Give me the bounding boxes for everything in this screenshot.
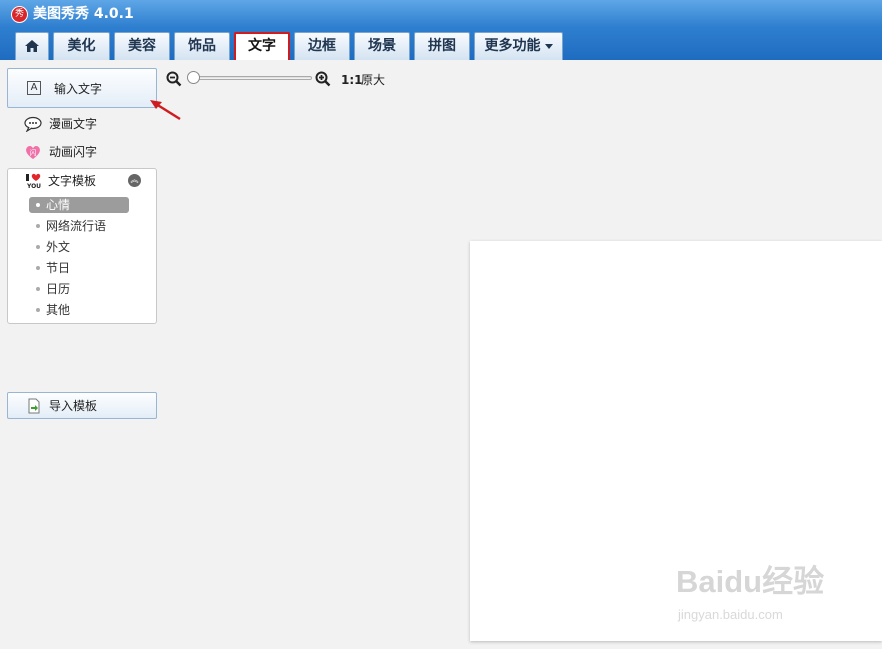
category-item[interactable]: 节日	[29, 260, 129, 276]
actual-size-button[interactable]: 1:1	[341, 72, 363, 88]
category-label: 心情	[46, 198, 71, 212]
bullet-icon	[36, 308, 40, 312]
import-template-button[interactable]: 导入模板	[7, 392, 157, 419]
more-features-label: 更多功能	[484, 38, 541, 54]
app-title: 美图秀秀 4.0.1	[33, 6, 134, 22]
svg-text:YOU: YOU	[26, 183, 41, 189]
category-label: 其他	[46, 303, 71, 317]
category-item[interactable]: 心情	[29, 197, 129, 213]
bullet-icon	[36, 266, 40, 270]
heart-sparkle-icon: 闪	[26, 146, 40, 159]
dropdown-caret-icon	[544, 43, 553, 49]
category-item[interactable]: 日历	[29, 281, 129, 297]
import-file-icon	[28, 398, 40, 414]
category-item[interactable]: 网络流行语	[29, 218, 129, 234]
category-item[interactable]: 外文	[29, 239, 129, 255]
tab-scenes[interactable]: 场景	[354, 32, 410, 60]
category-label: 节日	[46, 261, 71, 275]
tab-beauty[interactable]: 美容	[114, 32, 170, 60]
zoom-slider-track[interactable]	[192, 76, 312, 80]
tab-collage[interactable]: 拼图	[414, 32, 470, 60]
collapse-up-icon[interactable]: ︽	[128, 174, 141, 187]
bullet-icon	[36, 287, 40, 291]
zoom-out-icon[interactable]	[166, 71, 182, 87]
input-text-label: 输入文字	[54, 82, 103, 96]
category-label: 网络流行语	[46, 219, 107, 233]
original-size-label[interactable]: 原大	[361, 72, 385, 88]
watermark-url: jingyan.baidu.com	[678, 607, 783, 622]
watermark-logo: Baidu经验	[676, 564, 825, 599]
zoom-slider-thumb[interactable]	[187, 71, 200, 84]
i-love-you-icon: YOU	[26, 173, 41, 189]
tab-text[interactable]: 文字	[234, 32, 290, 60]
category-label: 日历	[46, 282, 71, 296]
red-arrow-annotation	[150, 100, 181, 121]
tab-beautify[interactable]: 美化	[53, 32, 110, 60]
bullet-icon	[36, 224, 40, 228]
input-text-button[interactable]: A 输入文字	[7, 68, 157, 108]
tab-frames[interactable]: 边框	[294, 32, 350, 60]
tab-home[interactable]	[15, 32, 49, 60]
import-template-label: 导入模板	[49, 399, 98, 413]
app-logo-icon: 秀	[11, 6, 28, 23]
home-icon	[25, 40, 39, 52]
tab-more-features[interactable]: 更多功能	[474, 32, 563, 60]
text-a-icon: A	[27, 81, 41, 95]
template-header-label: 文字模板	[48, 174, 97, 188]
svg-text:闪: 闪	[30, 148, 37, 157]
category-label: 外文	[46, 240, 71, 254]
animated-text-label: 动画闪字	[49, 145, 98, 159]
comic-text-label: 漫画文字	[49, 117, 98, 131]
text-template-panel: YOU 文字模板 ︽ 心情 网络流行语 外文 节日 日历 其他	[7, 168, 157, 324]
tab-accessories[interactable]: 饰品	[174, 32, 230, 60]
category-item[interactable]: 其他	[29, 302, 129, 318]
speech-bubble-icon	[24, 116, 42, 132]
bullet-icon	[36, 245, 40, 249]
zoom-in-icon[interactable]	[315, 71, 331, 87]
bullet-icon	[36, 203, 40, 207]
